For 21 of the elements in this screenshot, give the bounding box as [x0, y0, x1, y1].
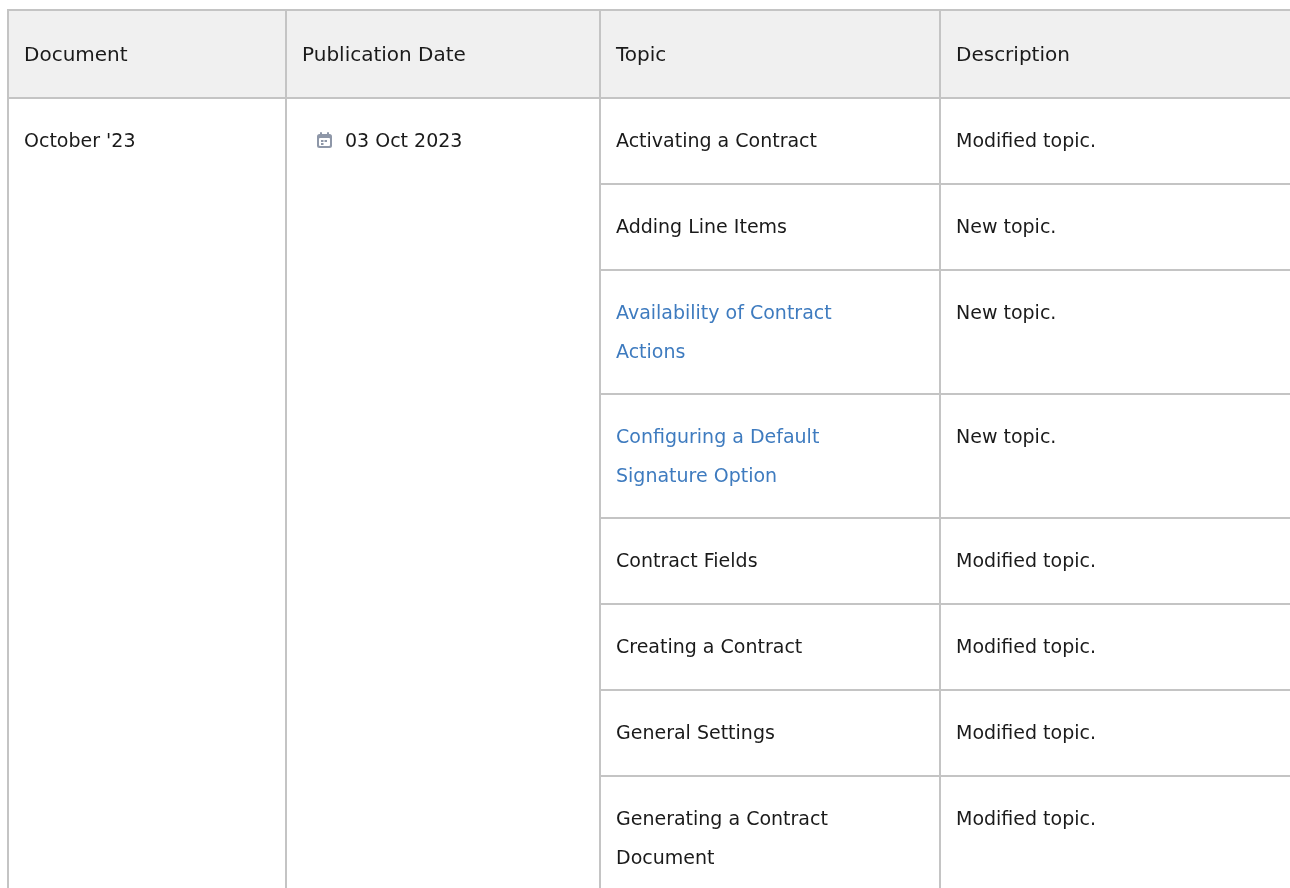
description-text: New topic. [956, 301, 1057, 323]
document-text: October '23 [24, 129, 136, 151]
topic-text: Contract Fields [616, 549, 758, 571]
topic-text: Creating a Contract [616, 635, 803, 657]
column-header: Topic [600, 10, 940, 98]
topic-text: Activating a Contract [616, 129, 817, 151]
column-header: Description [940, 10, 1290, 98]
description-text: Modified topic. [956, 807, 1096, 829]
description-text: Modified topic. [956, 129, 1096, 151]
column-header: Document [8, 10, 286, 98]
topic-text: General Settings [616, 721, 775, 743]
description-text: Modified topic. [956, 635, 1096, 657]
description-text: New topic. [956, 425, 1057, 447]
column-header: Publication Date [286, 10, 600, 98]
topic-text: Generating a Contract Document [616, 807, 828, 868]
description-text: Modified topic. [956, 549, 1096, 571]
date-text: 03 Oct 2023 [345, 129, 463, 151]
description-text: New topic. [956, 215, 1057, 237]
calendar-icon [317, 132, 332, 148]
description-text: Modified topic. [956, 721, 1096, 743]
topic-text: Adding Line Items [616, 215, 787, 237]
